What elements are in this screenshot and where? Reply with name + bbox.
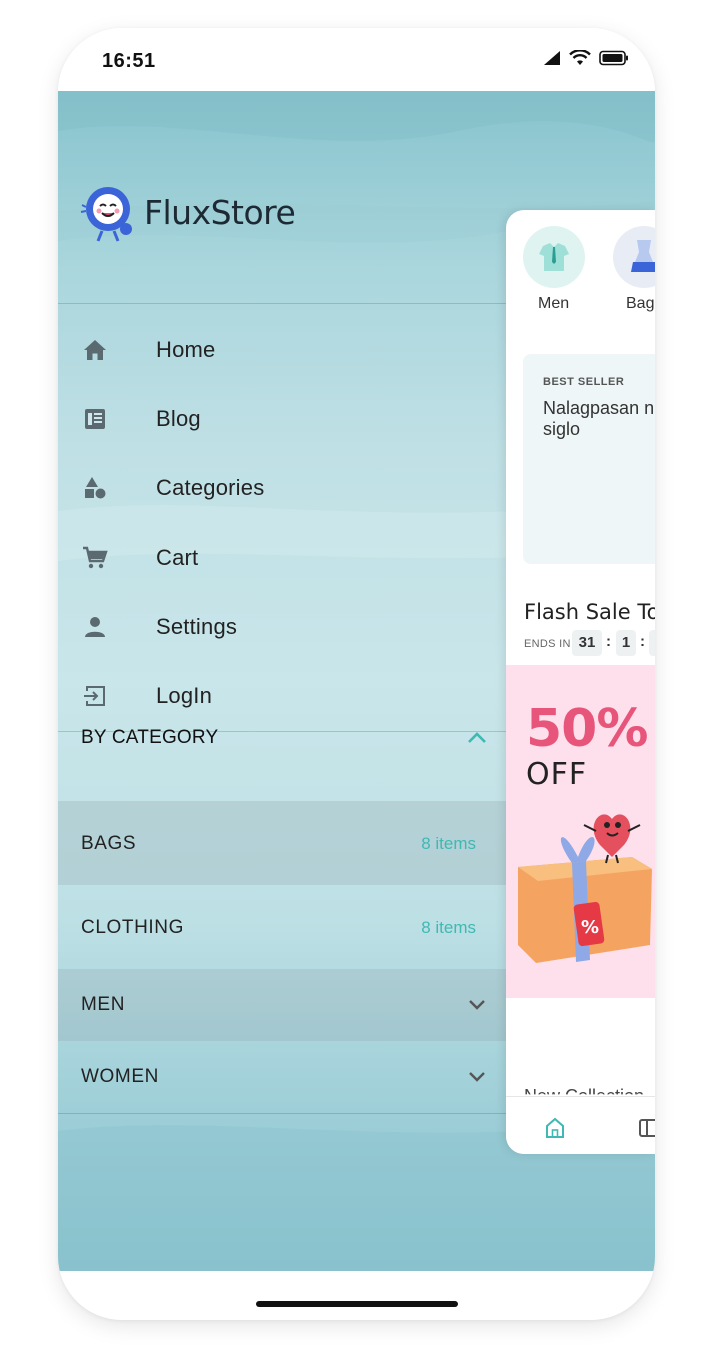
best-seller-card[interactable]: BEST SELLER Nalagpasan n limang siglo bbox=[523, 354, 655, 564]
blog-icon bbox=[81, 405, 109, 433]
category-name: CLOTHING bbox=[81, 917, 184, 938]
category-label: Bag bbox=[626, 295, 655, 312]
home-indicator[interactable] bbox=[256, 1301, 458, 1307]
by-category-header[interactable]: BY CATEGORY bbox=[58, 703, 506, 773]
menu-item-settings[interactable]: Settings bbox=[58, 592, 506, 661]
menu-item-categories[interactable]: Categories bbox=[58, 453, 506, 522]
gift-box-illustration: % bbox=[518, 814, 652, 963]
category-row-women[interactable]: WOMEN bbox=[58, 1041, 506, 1113]
home-icon bbox=[81, 336, 109, 364]
category-name: MEN bbox=[81, 994, 126, 1015]
bottom-bar bbox=[58, 1271, 655, 1320]
banner-discount: 50% bbox=[526, 699, 648, 759]
category-count: 8 items bbox=[421, 834, 476, 853]
categories-icon bbox=[81, 474, 109, 502]
category-circle-bag[interactable] bbox=[613, 226, 655, 288]
category-label: Men bbox=[538, 295, 570, 312]
shirt-icon bbox=[539, 243, 569, 271]
menu-item-blog[interactable]: Blog bbox=[58, 384, 506, 453]
svg-text:%: % bbox=[581, 917, 599, 938]
flash-sale-title: Flash Sale Today bbox=[524, 600, 655, 624]
countdown-seconds: 4 bbox=[649, 630, 655, 656]
home-nav-icon[interactable] bbox=[544, 1117, 566, 1139]
person-icon bbox=[81, 613, 109, 641]
menu-label: Cart bbox=[156, 544, 199, 570]
category-nav-icon[interactable] bbox=[638, 1117, 655, 1139]
phone-frame: 16:51 FluxStore Home Blog Categories Car… bbox=[58, 28, 655, 1320]
status-time: 16:51 bbox=[102, 50, 156, 72]
menu-label: Settings bbox=[156, 613, 238, 639]
menu-item-home[interactable]: Home bbox=[58, 315, 506, 384]
category-name: BAGS bbox=[81, 833, 137, 854]
category-count: 8 items bbox=[421, 918, 476, 937]
app-name: FluxStore bbox=[144, 192, 296, 232]
app-screen: FluxStore Home Blog Categories Cart Sett… bbox=[58, 91, 655, 1271]
divider bbox=[58, 303, 506, 304]
colon: : bbox=[640, 633, 645, 650]
category-name: WOMEN bbox=[81, 1066, 159, 1087]
status-bar: 16:51 bbox=[58, 28, 655, 91]
chevron-down-icon[interactable] bbox=[466, 1065, 488, 1087]
signal-icon bbox=[544, 51, 560, 65]
battery-icon bbox=[599, 50, 628, 66]
colon: : bbox=[606, 633, 611, 650]
countdown-hours: 31 bbox=[572, 630, 602, 656]
bottom-navigation bbox=[506, 1096, 655, 1154]
best-seller-tag: BEST SELLER bbox=[543, 376, 625, 388]
cart-icon bbox=[81, 544, 109, 572]
chevron-up-icon bbox=[468, 732, 486, 743]
menu-label: Blog bbox=[156, 405, 201, 431]
menu-label: Home bbox=[156, 336, 216, 362]
countdown-minutes: 1 bbox=[616, 630, 636, 656]
menu-label: Categories bbox=[156, 474, 265, 500]
divider bbox=[58, 1113, 506, 1114]
main-content-panel[interactable]: Men Bag BEST SELLER Nalagpasan n limang … bbox=[506, 210, 655, 1154]
app-logo: FluxStore bbox=[78, 181, 296, 243]
section-title: BY CATEGORY bbox=[81, 727, 219, 748]
wifi-icon bbox=[569, 50, 591, 65]
chevron-down-icon[interactable] bbox=[466, 993, 488, 1015]
category-row-men[interactable]: MEN bbox=[58, 969, 506, 1041]
best-seller-text: Nalagpasan n limang siglo bbox=[543, 398, 655, 439]
mascot-logo-icon bbox=[80, 187, 132, 242]
dress-icon bbox=[631, 240, 655, 272]
menu-item-cart[interactable]: Cart bbox=[58, 523, 506, 592]
category-circle-men[interactable] bbox=[523, 226, 585, 288]
category-row-bags[interactable]: BAGS 8 items bbox=[58, 801, 506, 885]
category-row-clothing[interactable]: CLOTHING 8 items bbox=[58, 885, 506, 969]
sale-banner[interactable]: 50% OFF % bbox=[506, 665, 655, 998]
ends-in-label: ENDS IN bbox=[524, 638, 571, 650]
